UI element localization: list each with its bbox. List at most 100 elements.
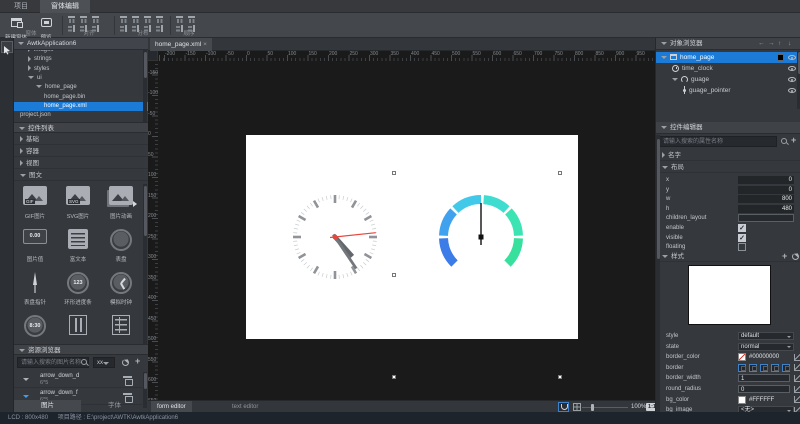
canvas-tab-text-editor[interactable]: text editor	[226, 401, 264, 412]
widget-circle-progress[interactable]: 123环形进度条	[57, 270, 99, 314]
snap-magnet-button[interactable]	[558, 402, 569, 412]
h-input[interactable]: 480	[738, 205, 794, 213]
state-select[interactable]: normal	[738, 343, 794, 351]
gauge-widget[interactable]	[431, 187, 531, 287]
actual-size-button[interactable]: 1:1	[646, 403, 655, 411]
move-up-icon[interactable]: ↑	[778, 38, 781, 50]
children_layout-input[interactable]	[738, 214, 794, 222]
widget-analog-clock[interactable]: 模拟时钟	[100, 270, 142, 314]
object-node-time_clock[interactable]: time_clock	[656, 63, 800, 74]
align-icon[interactable]	[91, 24, 100, 33]
widget-list-header[interactable]: 控件列表	[14, 122, 148, 133]
floating-checkbox[interactable]	[738, 243, 746, 251]
add-style-button[interactable]: +	[782, 251, 787, 261]
border-edge-toggle[interactable]	[782, 364, 790, 372]
border-edge-toggle[interactable]	[749, 364, 757, 372]
section-style[interactable]: 样式 +	[656, 251, 800, 262]
zoom-slider[interactable]	[582, 407, 628, 409]
section-name[interactable]: 名字	[656, 150, 800, 161]
move-right-icon[interactable]: →	[768, 38, 775, 50]
widget-category-3[interactable]: 图文	[14, 170, 148, 181]
widget-category-0[interactable]: 基础	[14, 134, 148, 145]
close-icon[interactable]: ×	[203, 41, 207, 48]
search-icon[interactable]	[780, 137, 788, 145]
reset-style-icon[interactable]	[794, 375, 800, 382]
chevron-down-icon[interactable]	[672, 78, 678, 81]
document-tab[interactable]: home_page.xml ×	[150, 38, 212, 51]
trash-icon[interactable]	[124, 376, 131, 384]
widget-category-2[interactable]: 视图	[14, 158, 148, 169]
reset-style-icon[interactable]	[794, 354, 800, 361]
add-resource-button[interactable]: +	[135, 356, 140, 366]
tree-item-images[interactable]: images	[14, 50, 148, 55]
analog-clock-widget[interactable]	[285, 187, 385, 287]
widget-rich-text[interactable]: 富文本	[57, 227, 99, 271]
ribbon-button-1[interactable]: 预览	[32, 14, 60, 32]
project-combobox[interactable]: AwtkApplication6	[14, 38, 148, 50]
chevron-down-icon[interactable]	[661, 56, 667, 59]
section-layout[interactable]: 布局	[656, 162, 800, 173]
visible-checkbox[interactable]: ✓	[738, 234, 746, 242]
resource-tab-0[interactable]: 图片	[14, 400, 81, 412]
tree-item-project-json[interactable]: project.json	[14, 111, 148, 120]
order-icon[interactable]	[187, 24, 196, 33]
widget-image-animation[interactable]: 图片动画	[100, 184, 142, 228]
property-scrollbar[interactable]	[656, 135, 660, 412]
order-icon[interactable]	[175, 24, 184, 33]
eye-icon[interactable]	[788, 55, 796, 60]
w-input[interactable]: 800	[738, 195, 794, 203]
menu-tab-form-edit[interactable]: 窗体编辑	[40, 0, 90, 13]
chevron-right-icon[interactable]	[28, 56, 31, 62]
tree-item-home_page[interactable]: home_page	[14, 83, 148, 92]
border-edge-toggle[interactable]	[738, 364, 746, 372]
align-icon[interactable]	[67, 15, 76, 24]
object-node-guage_pointer[interactable]: guage_pointer	[656, 85, 800, 96]
widget-list-view[interactable]	[100, 313, 142, 344]
distribute-icon[interactable]	[155, 15, 164, 24]
distribute-icon[interactable]	[143, 15, 152, 24]
refresh-icon[interactable]	[122, 359, 129, 366]
select-tool-button[interactable]	[1, 41, 13, 53]
reset-style-icon[interactable]	[794, 386, 800, 393]
resource-browser-header[interactable]: 资源浏览器	[14, 344, 148, 355]
chevron-down-icon[interactable]	[28, 76, 34, 79]
tree-item-home_page-xml[interactable]: home_page.xml	[14, 102, 148, 111]
widget-gauge-widget[interactable]: 表盘	[100, 227, 142, 271]
widget-svg-image[interactable]: SVGSVG图片	[57, 184, 99, 228]
order-icon[interactable]	[187, 15, 196, 24]
border-edge-toggle[interactable]	[771, 364, 779, 372]
canvas-tab-form-editor[interactable]: form editor	[151, 401, 192, 412]
selection-handle[interactable]	[392, 171, 396, 175]
widget-gauge-pointer[interactable]: 表盘指针	[14, 270, 56, 314]
border_color-swatch[interactable]	[738, 353, 746, 361]
resource-search-input[interactable]: 请输入搜索的图片名称	[17, 357, 89, 368]
y-input[interactable]: 0	[738, 186, 794, 194]
selection-handle[interactable]	[392, 375, 396, 379]
distribute-icon[interactable]	[119, 24, 128, 33]
add-property-button[interactable]: +	[791, 135, 796, 145]
widget-vertical-text[interactable]	[57, 313, 99, 344]
align-icon[interactable]	[79, 15, 88, 24]
distribute-icon[interactable]	[131, 24, 140, 33]
align-icon[interactable]	[79, 24, 88, 33]
bg_color-swatch[interactable]	[738, 396, 746, 404]
tree-item-home_page-bin[interactable]: home_page.bin	[14, 93, 148, 102]
round_radius-input[interactable]: 0	[738, 385, 790, 393]
chevron-right-icon[interactable]	[28, 65, 31, 71]
reset-style-icon[interactable]	[794, 364, 800, 371]
enable-checkbox[interactable]: ✓	[738, 224, 746, 232]
distribute-icon[interactable]	[131, 15, 140, 24]
tree-item-styles[interactable]: styles	[14, 65, 148, 74]
chevron-right-icon[interactable]	[28, 50, 31, 52]
menu-tab-project[interactable]: 项目	[4, 0, 38, 13]
property-editor-header[interactable]: 控件编辑器	[656, 122, 800, 134]
widget-image-value[interactable]: 0.00图片值	[14, 227, 56, 271]
refresh-style-icon[interactable]	[792, 253, 799, 260]
border_width-input[interactable]: 1	[738, 374, 790, 382]
distribute-icon[interactable]	[143, 24, 152, 33]
move-left-icon[interactable]: ←	[758, 38, 765, 50]
ribbon-button-0[interactable]: 新建窗体	[2, 14, 30, 32]
order-icon[interactable]	[175, 15, 184, 24]
selection-handle[interactable]	[392, 273, 396, 277]
resource-item[interactable]: arrow_down_d6*5	[14, 372, 142, 388]
